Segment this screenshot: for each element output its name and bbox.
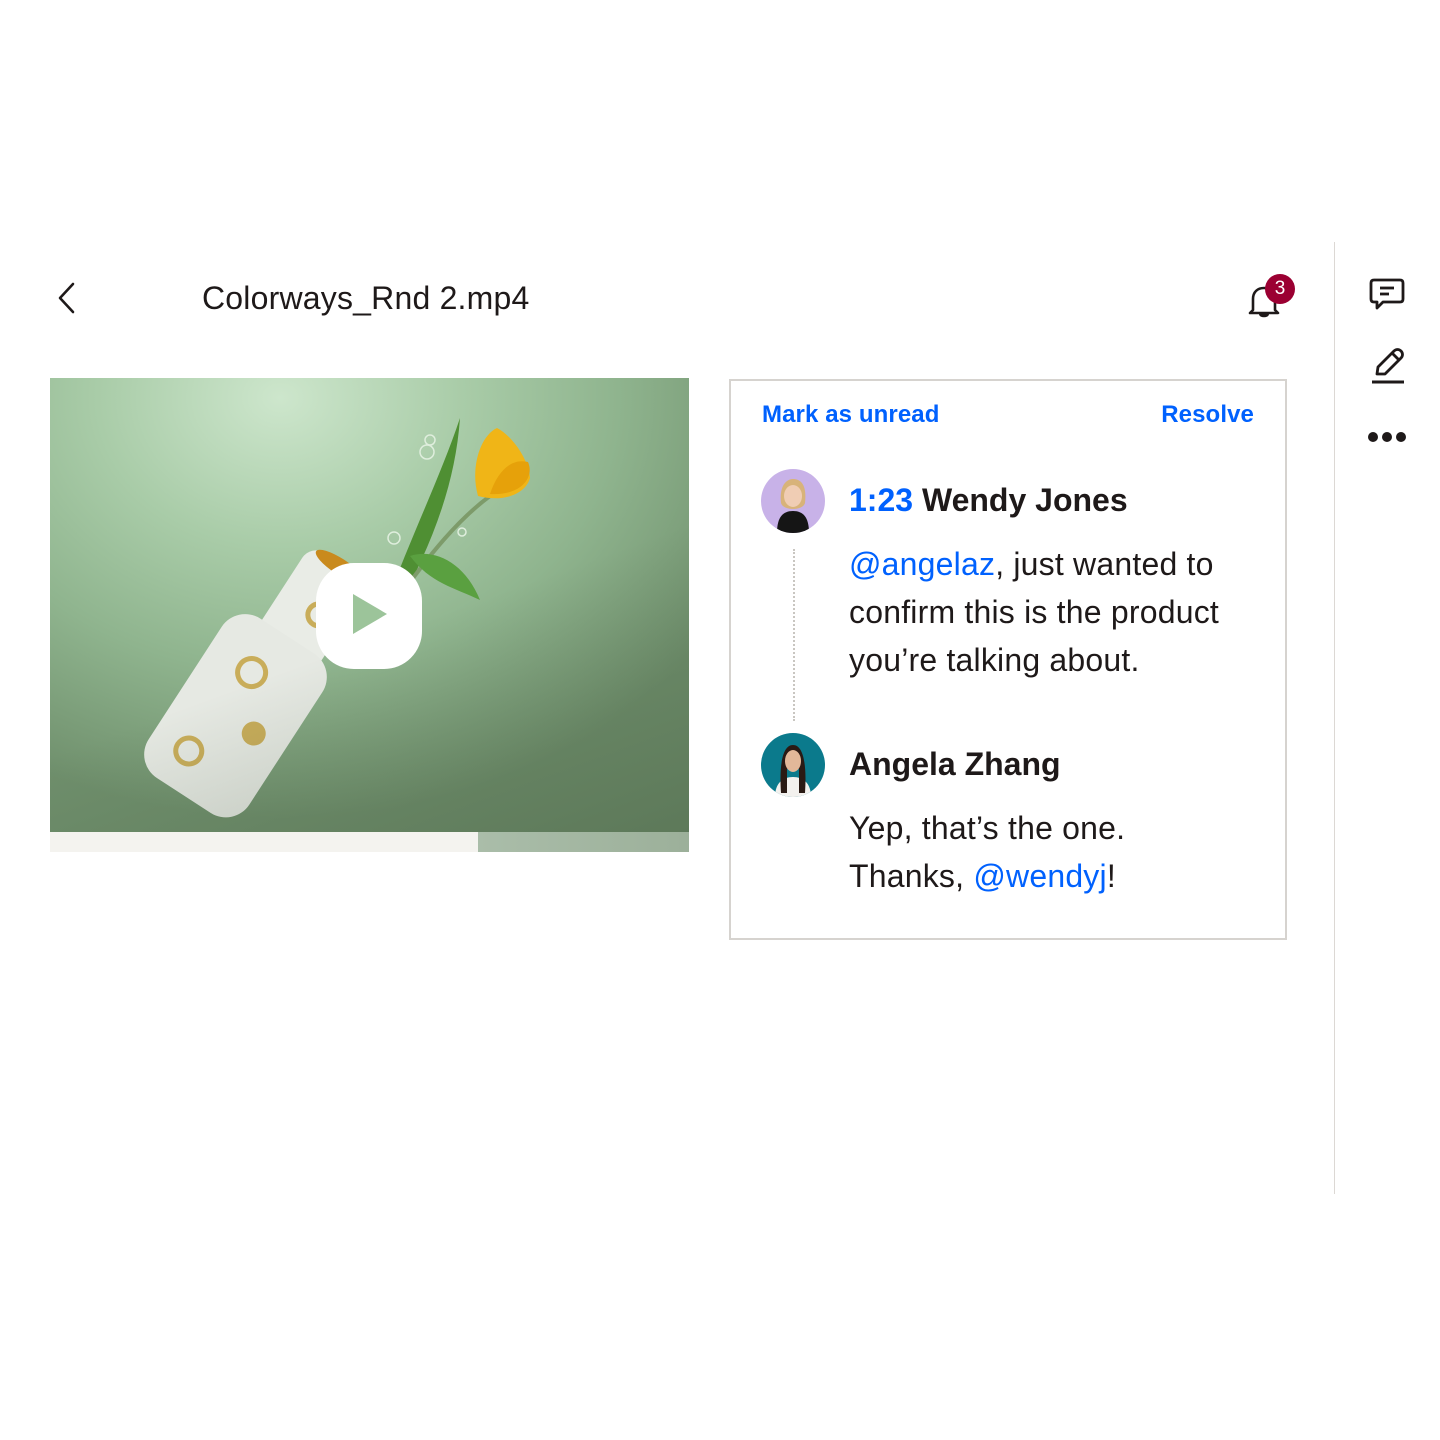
video-player bbox=[50, 378, 689, 852]
more-horizontal-icon bbox=[1367, 430, 1407, 448]
comment-header: 1:23 Wendy Jones bbox=[849, 480, 1128, 520]
play-button[interactable] bbox=[316, 563, 422, 669]
video-progress-bar[interactable] bbox=[50, 832, 689, 852]
comment-body: Yep, that’s the one. Thanks, @wendyj! bbox=[849, 804, 1149, 900]
chevron-left-icon bbox=[56, 281, 76, 320]
video-progress-remaining bbox=[478, 832, 689, 852]
mention-link[interactable]: @angelaz bbox=[849, 546, 995, 582]
play-icon bbox=[349, 592, 389, 641]
comment-text-end: ! bbox=[1106, 858, 1116, 894]
resolve-link[interactable]: Resolve bbox=[1161, 401, 1254, 429]
mark-as-unread-link[interactable]: Mark as unread bbox=[762, 401, 939, 429]
back-button[interactable] bbox=[50, 280, 82, 320]
comment-icon bbox=[1367, 273, 1407, 318]
pencil-icon bbox=[1367, 344, 1407, 391]
thread-connector-line bbox=[793, 549, 795, 721]
avatar-angela-zhang bbox=[761, 733, 825, 797]
comment-thread-panel: Mark as unread Resolve 1:23 Wendy Jones … bbox=[729, 379, 1287, 940]
annotate-button[interactable] bbox=[1364, 344, 1410, 390]
avatar-wendy-jones bbox=[761, 469, 825, 533]
file-title: Colorways_Rnd 2.mp4 bbox=[202, 280, 530, 316]
notification-count-badge: 3 bbox=[1265, 274, 1295, 304]
comments-button[interactable] bbox=[1364, 272, 1410, 318]
mention-link[interactable]: @wendyj bbox=[973, 858, 1107, 894]
rail-divider bbox=[1334, 242, 1335, 1194]
comment-author: Angela Zhang bbox=[849, 746, 1061, 782]
comment-body: @angelaz, just wanted to confirm this is… bbox=[849, 540, 1269, 684]
more-button[interactable] bbox=[1364, 416, 1410, 462]
comment-timestamp[interactable]: 1:23 bbox=[849, 482, 913, 518]
comment-author: Wendy Jones bbox=[921, 482, 1128, 518]
notifications-button[interactable]: 3 bbox=[1243, 274, 1295, 320]
video-frame[interactable] bbox=[50, 378, 689, 832]
comment-header: Angela Zhang bbox=[849, 744, 1061, 784]
